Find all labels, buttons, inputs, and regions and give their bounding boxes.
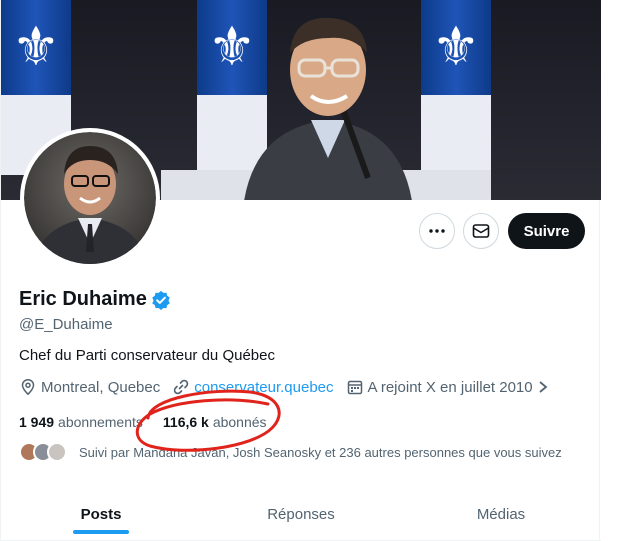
more-options-button[interactable] xyxy=(419,213,455,249)
avatar-person-figure xyxy=(32,146,148,264)
verified-badge-icon[interactable] xyxy=(151,290,171,310)
profile-name-row: Eric Duhaime xyxy=(19,288,171,311)
followed-by-row[interactable]: Suivi par Mandana Javan, Josh Seanosky e… xyxy=(19,442,562,462)
profile-name: Eric Duhaime xyxy=(19,288,147,310)
follow-stats: 1 949 abonnements 116,6 k abonnés xyxy=(19,414,287,430)
fleur-de-lis-icon: ⚜ xyxy=(11,15,61,78)
tab-label: Posts xyxy=(80,505,122,523)
banner-speaker-figure xyxy=(244,17,412,200)
chevron-right-icon[interactable] xyxy=(537,380,549,394)
message-icon xyxy=(472,224,490,238)
location-item: Montreal, Quebec xyxy=(19,378,160,396)
following-label: abonnements xyxy=(58,414,143,430)
more-icon xyxy=(429,229,445,233)
follow-button[interactable]: Suivre xyxy=(508,213,585,249)
location-pin-icon xyxy=(21,379,35,396)
tab-replies[interactable]: Réponses xyxy=(201,488,401,540)
profile-handle: @E_Duhaime xyxy=(19,316,113,333)
followers-count: 116,6 k xyxy=(162,414,209,430)
quebec-flag-right: ⚜ xyxy=(421,0,491,175)
joined-item: A rejoint X en juillet 2010 xyxy=(346,378,549,396)
tab-posts[interactable]: Posts xyxy=(1,488,201,540)
link-icon xyxy=(174,379,189,395)
website-link[interactable]: conservateur.quebec xyxy=(194,379,333,396)
tab-media[interactable]: Médias xyxy=(401,488,601,540)
location-text: Montreal, Quebec xyxy=(41,378,161,396)
following-stat[interactable]: 1 949 abonnements xyxy=(19,414,143,430)
profile-tabs: Posts Réponses Médias xyxy=(1,488,601,541)
message-button[interactable] xyxy=(463,213,499,249)
profile-meta: Montreal, Quebec conservateur.quebec A r… xyxy=(19,378,561,396)
profile-page: ⚜ ⚜ ⚜ Suivre Eric Duhaime @E_Duhaime Che… xyxy=(0,0,601,541)
followers-stat[interactable]: 116,6 k abonnés xyxy=(163,414,267,430)
joined-text: A rejoint X en juillet 2010 xyxy=(367,378,533,396)
active-tab-indicator xyxy=(73,530,129,534)
followers-label: abonnés xyxy=(212,414,267,430)
follower-avatar xyxy=(47,442,67,462)
profile-avatar[interactable] xyxy=(20,128,160,268)
tab-label: Médias xyxy=(476,505,526,523)
website-item[interactable]: conservateur.quebec xyxy=(172,378,334,396)
calendar-icon xyxy=(347,380,362,395)
followed-by-text: Suivi par Mandana Javan, Josh Seanosky e… xyxy=(79,444,562,460)
fleur-de-lis-icon: ⚜ xyxy=(431,15,481,78)
following-count: 1 949 xyxy=(19,414,55,430)
tab-label: Réponses xyxy=(267,505,335,523)
profile-bio: Chef du Parti conservateur du Québec xyxy=(19,347,275,364)
